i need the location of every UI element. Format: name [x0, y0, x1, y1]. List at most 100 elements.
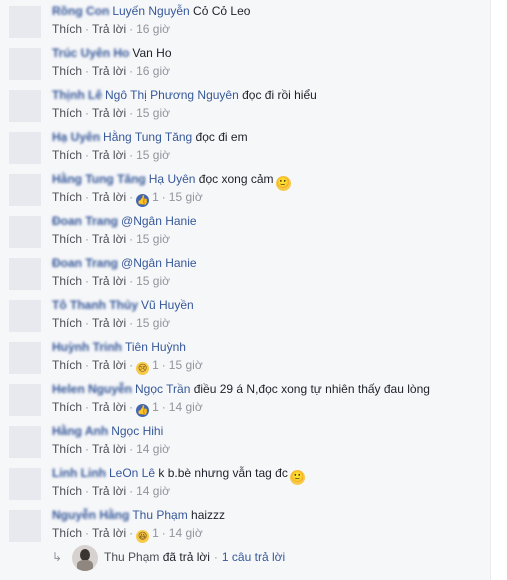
like-reaction-icon[interactable]: 👍 [136, 404, 150, 417]
reply-link[interactable]: Trả lời [92, 190, 126, 204]
reply-link[interactable]: Trả lời [92, 358, 126, 372]
timestamp[interactable]: 16 giờ [136, 64, 170, 78]
avatar[interactable] [9, 510, 41, 542]
reply-link[interactable]: Trả lời [92, 106, 126, 120]
comment-author[interactable]: Rồng Con [52, 4, 109, 18]
like-link[interactable]: Thích [52, 526, 82, 540]
like-reaction-icon[interactable]: 👍 [136, 194, 150, 207]
comment-author[interactable]: Hạ Uyên [52, 130, 100, 144]
avatar[interactable] [9, 300, 41, 332]
comment-author[interactable]: Nguyễn Hằng [52, 508, 129, 522]
like-link[interactable]: Thích [52, 232, 82, 246]
comment-text: đọc đi rồi hiểu [238, 88, 317, 102]
avatar[interactable] [9, 468, 41, 500]
avatar[interactable] [9, 6, 41, 38]
mention-link[interactable]: Ngọc Hihi [111, 424, 163, 438]
avatar[interactable] [9, 132, 41, 164]
like-link[interactable]: Thích [52, 64, 82, 78]
timestamp[interactable]: 15 giờ [136, 274, 170, 288]
reply-link[interactable]: Trả lời [92, 274, 126, 288]
timestamp[interactable]: 15 giờ [136, 232, 170, 246]
mention-link[interactable]: @Ngân Hanie [121, 256, 197, 270]
mention-link[interactable]: LeOn Lê [109, 466, 155, 480]
comment-actions: Thích · Trả lời · 15 giờ [52, 230, 482, 248]
like-link[interactable]: Thích [52, 484, 82, 498]
reaction-count[interactable]: 1 [152, 358, 159, 372]
like-link[interactable]: Thích [52, 358, 82, 372]
mention-link[interactable]: Ngô Thị Phương Nguyên [105, 88, 239, 102]
reply-arrow-icon: ↳ [52, 550, 63, 564]
like-link[interactable]: Thích [52, 400, 82, 414]
reaction-count[interactable]: 1 [152, 526, 159, 540]
reply-link[interactable]: Trả lời [92, 148, 126, 162]
comment-author[interactable]: Huỳnh Trinh [52, 340, 122, 354]
avatar[interactable] [9, 90, 41, 122]
reply-link[interactable]: Trả lời [92, 526, 126, 540]
like-link[interactable]: Thích [52, 274, 82, 288]
mention-link[interactable]: Thu Phạm [132, 508, 187, 522]
timestamp[interactable]: 15 giờ [136, 316, 170, 330]
separator-dot: · [85, 526, 90, 540]
timestamp[interactable]: 15 giờ [169, 358, 203, 372]
comment-actions: Thích · Trả lời · 😆 1 · 14 giờ [52, 524, 482, 543]
haha-reaction-icon[interactable]: 😆 [136, 530, 150, 543]
reaction-count[interactable]: 1 [152, 190, 159, 204]
mention-link[interactable]: Hạ Uyên [149, 172, 196, 186]
separator-dot: · [129, 22, 134, 36]
avatar[interactable] [9, 48, 41, 80]
comment-author[interactable]: Đoan Trang [52, 214, 118, 228]
avatar[interactable] [9, 258, 41, 290]
reply-author-name[interactable]: Thu Phạm [104, 550, 159, 564]
reply-link[interactable]: Trả lời [92, 64, 126, 78]
timestamp[interactable]: 14 giờ [169, 526, 203, 540]
reply-link[interactable]: Trả lời [92, 400, 126, 414]
comment-author[interactable]: Hằng Tung Tăng [52, 172, 146, 186]
mention-link[interactable]: Ngọc Trần [135, 382, 190, 396]
comment-author[interactable]: Tô Thanh Thủy [52, 298, 138, 312]
comment-author[interactable]: Thịnh Lê [52, 88, 102, 102]
mention-link[interactable]: @Ngân Hanie [121, 214, 197, 228]
avatar[interactable] [9, 342, 41, 374]
reply-summary[interactable]: ↳ Thu Phạm đã trả lời · 1 câu trả lời [52, 544, 285, 571]
timestamp[interactable]: 16 giờ [136, 22, 170, 36]
like-link[interactable]: Thích [52, 190, 82, 204]
mention-link[interactable]: Luyến Nguyễn [112, 4, 189, 18]
comment-author[interactable]: Trúc Uyên Ho [52, 46, 129, 60]
scrollbar[interactable] [490, 0, 507, 580]
reply-link[interactable]: Trả lời [92, 316, 126, 330]
sad-reaction-icon[interactable]: 😢 [136, 362, 150, 375]
like-link[interactable]: Thích [52, 106, 82, 120]
comment-author[interactable]: Đoan Trang [52, 256, 118, 270]
comment-actions: Thích · Trả lời · 👍 1 · 14 giờ [52, 398, 482, 417]
comment-author[interactable]: Helen Nguyễn [52, 382, 132, 396]
like-link[interactable]: Thích [52, 316, 82, 330]
mention-link[interactable]: Tiên Huỳnh [125, 340, 186, 354]
avatar[interactable] [9, 216, 41, 248]
timestamp[interactable]: 14 giờ [169, 400, 203, 414]
timestamp[interactable]: 15 giờ [136, 148, 170, 162]
like-link[interactable]: Thích [52, 148, 82, 162]
avatar[interactable] [9, 426, 41, 458]
separator-dot: · [85, 190, 90, 204]
mention-link[interactable]: Vũ Huyền [141, 298, 194, 312]
timestamp[interactable]: 14 giờ [136, 484, 170, 498]
comment-author[interactable]: Linh Linh [52, 466, 106, 480]
comment-body: Tô Thanh Thủy Vũ Huyền [52, 296, 482, 314]
timestamp[interactable]: 14 giờ [136, 442, 170, 456]
reply-link[interactable]: Trả lời [92, 442, 126, 456]
reply-link[interactable]: Trả lời [92, 22, 126, 36]
comment-actions: Thích · Trả lời · 👍 1 · 15 giờ [52, 188, 482, 207]
reply-link[interactable]: Trả lời [92, 484, 126, 498]
view-replies-link[interactable]: 1 câu trả lời [222, 550, 285, 564]
timestamp[interactable]: 15 giờ [136, 106, 170, 120]
avatar[interactable] [9, 174, 41, 206]
mention-link[interactable]: Hằng Tung Tăng [103, 130, 192, 144]
like-link[interactable]: Thích [52, 442, 82, 456]
comment-item: Linh Linh LeOn Lê k b.bè nhưng vẫn tag đc… [52, 464, 482, 500]
comment-author[interactable]: Hằng Anh [52, 424, 108, 438]
avatar[interactable] [9, 384, 41, 416]
timestamp[interactable]: 15 giờ [169, 190, 203, 204]
like-link[interactable]: Thích [52, 22, 82, 36]
reaction-count[interactable]: 1 [152, 400, 159, 414]
reply-link[interactable]: Trả lời [92, 232, 126, 246]
